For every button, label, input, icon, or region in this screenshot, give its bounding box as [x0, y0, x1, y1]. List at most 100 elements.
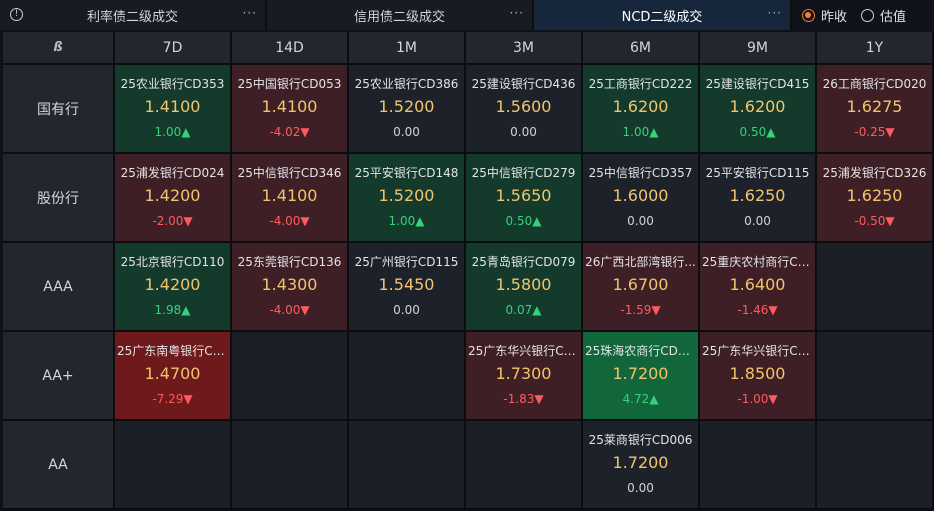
more-menu-icon[interactable]: ··· — [768, 6, 782, 20]
ncd-matrix: ß 7D 14D 1M 3M 6M 9M 1Y 国有行 25农业银行CD353 1.4100 1.00… — [3, 32, 934, 511]
yield-value: 1.6200 — [612, 97, 669, 116]
column-header-9m[interactable]: 9M — [700, 32, 815, 63]
change-value: 0.00 — [627, 481, 654, 495]
instrument-name: 25浦发银行CD024 — [120, 166, 225, 180]
yield-value: 1.6700 — [612, 275, 669, 294]
quote-cell[interactable]: 25广东南粤银行CD... 1.4700 -7.29▼ — [115, 332, 230, 419]
empty-cell — [466, 421, 581, 508]
tab-label: NCD二级成交 — [621, 9, 703, 25]
instrument-name: 25平安银行CD115 — [705, 166, 810, 180]
empty-cell — [817, 332, 932, 419]
quote-cell[interactable]: 25北京银行CD110 1.4200 1.98▲ — [115, 243, 230, 330]
info-icon[interactable]: ! — [10, 8, 23, 21]
change-value: 0.07▲ — [505, 303, 542, 317]
change-value: -1.46▼ — [737, 303, 778, 317]
row-label: 股份行 — [3, 154, 113, 241]
empty-cell — [349, 421, 464, 508]
brand-logo-icon: ß — [53, 40, 63, 55]
tab-credit-bond[interactable]: 信用债二级成交 ··· — [267, 0, 534, 30]
quote-cell[interactable]: 26工商银行CD020 1.6275 -0.25▼ — [817, 65, 932, 152]
instrument-name: 25广东华兴银行CD... — [702, 344, 815, 358]
change-value: 1.98▲ — [154, 303, 191, 317]
quote-cell[interactable]: 25重庆农村商行CD... 1.6400 -1.46▼ — [700, 243, 815, 330]
change-value: 0.00 — [510, 125, 537, 139]
empty-cell — [817, 421, 932, 508]
quote-cell[interactable]: 25莱商银行CD006 1.7200 0.00 — [583, 421, 698, 508]
column-header-3m[interactable]: 3M — [466, 32, 581, 63]
quote-cell[interactable]: 25建设银行CD436 1.5600 0.00 — [466, 65, 581, 152]
instrument-name: 25重庆农村商行CD... — [702, 255, 815, 269]
instrument-name: 25青岛银行CD079 — [471, 255, 576, 269]
empty-cell — [115, 421, 230, 508]
change-value: 1.00▲ — [622, 125, 659, 139]
quote-cell[interactable]: 25工商银行CD222 1.6200 1.00▲ — [583, 65, 698, 152]
column-header-14d[interactable]: 14D — [232, 32, 347, 63]
column-header-1y[interactable]: 1Y — [817, 32, 932, 63]
tab-rate-bond[interactable]: ! 利率债二级成交 ··· — [0, 0, 267, 30]
change-value: -0.50▼ — [854, 214, 895, 228]
yield-value: 1.5800 — [495, 275, 552, 294]
instrument-name: 25建设银行CD436 — [471, 77, 576, 91]
change-value: 1.00▲ — [154, 125, 191, 139]
instrument-name: 26工商银行CD020 — [822, 77, 927, 91]
change-value: -1.59▼ — [620, 303, 661, 317]
yield-value: 1.7200 — [612, 364, 669, 383]
quote-cell[interactable]: 25建设银行CD415 1.6200 0.50▲ — [700, 65, 815, 152]
change-value: 0.00 — [393, 303, 420, 317]
radio-prev-close[interactable]: 昨收 — [802, 6, 847, 25]
quote-cell[interactable]: 25广州银行CD115 1.5450 0.00 — [349, 243, 464, 330]
change-value: -1.83▼ — [503, 392, 544, 406]
tab-ncd[interactable]: NCD二级成交 ··· — [534, 0, 792, 30]
quote-cell[interactable]: 25农业银行CD386 1.5200 0.00 — [349, 65, 464, 152]
yield-value: 1.5200 — [378, 186, 435, 205]
tab-label: 利率债二级成交 — [86, 9, 178, 25]
quote-cell[interactable]: 25平安银行CD148 1.5200 1.00▲ — [349, 154, 464, 241]
radio-label: 估值 — [880, 9, 907, 25]
yield-value: 1.7300 — [495, 364, 552, 383]
quote-cell[interactable]: 25中信银行CD346 1.4100 -4.00▼ — [232, 154, 347, 241]
yield-value: 1.5450 — [378, 275, 435, 294]
column-header-6m[interactable]: 6M — [583, 32, 698, 63]
quote-cell[interactable]: 25中国银行CD053 1.4100 -4.02▼ — [232, 65, 347, 152]
instrument-name: 25珠海农商行CD011 — [585, 344, 698, 358]
quote-cell[interactable]: 25广东华兴银行CD... 1.8500 -1.00▼ — [700, 332, 815, 419]
yield-value: 1.4700 — [144, 364, 201, 383]
change-value: -7.29▼ — [152, 392, 193, 406]
price-basis-radio-group: 昨收 估值 — [792, 0, 934, 30]
quote-cell[interactable]: 25广东华兴银行CD... 1.7300 -1.83▼ — [466, 332, 581, 419]
yield-value: 1.6250 — [846, 186, 903, 205]
instrument-name: 25工商银行CD222 — [588, 77, 693, 91]
instrument-name: 25北京银行CD110 — [120, 255, 225, 269]
instrument-name: 25莱商银行CD006 — [588, 433, 693, 447]
empty-cell — [817, 243, 932, 330]
column-header-7d[interactable]: 7D — [115, 32, 230, 63]
instrument-name: 25平安银行CD148 — [354, 166, 459, 180]
row-label: 国有行 — [3, 65, 113, 152]
quote-cell[interactable]: 25青岛银行CD079 1.5800 0.07▲ — [466, 243, 581, 330]
quote-cell[interactable]: 26广西北部湾银行... 1.6700 -1.59▼ — [583, 243, 698, 330]
quote-cell[interactable]: 25浦发银行CD326 1.6250 -0.50▼ — [817, 154, 932, 241]
quote-cell[interactable]: 25农业银行CD353 1.4100 1.00▲ — [115, 65, 230, 152]
quote-cell[interactable]: 25中信银行CD357 1.6000 0.00 — [583, 154, 698, 241]
row-label: AAA — [3, 243, 113, 330]
radio-unselected-icon — [861, 8, 875, 22]
column-header-1m[interactable]: 1M — [349, 32, 464, 63]
quote-cell[interactable]: 25东莞银行CD136 1.4300 -4.00▼ — [232, 243, 347, 330]
yield-value: 1.4100 — [261, 186, 318, 205]
yield-value: 1.7200 — [612, 453, 669, 472]
change-value: 0.50▲ — [739, 125, 776, 139]
yield-value: 1.6275 — [846, 97, 903, 116]
more-menu-icon[interactable]: ··· — [510, 6, 524, 20]
radio-valuation[interactable]: 估值 — [861, 6, 906, 25]
quote-cell[interactable]: 25中信银行CD279 1.5650 0.50▲ — [466, 154, 581, 241]
change-value: -2.00▼ — [152, 214, 193, 228]
yield-value: 1.5600 — [495, 97, 552, 116]
instrument-name: 25农业银行CD386 — [354, 77, 459, 91]
top-bar: ! 利率债二级成交 ··· 信用债二级成交 ··· NCD二级成交 ··· 昨收… — [0, 0, 934, 30]
quote-cell[interactable]: 25浦发银行CD024 1.4200 -2.00▼ — [115, 154, 230, 241]
quote-cell[interactable]: 25平安银行CD115 1.6250 0.00 — [700, 154, 815, 241]
instrument-name: 25广东南粤银行CD... — [117, 344, 230, 358]
quote-cell[interactable]: 25珠海农商行CD011 1.7200 4.72▲ — [583, 332, 698, 419]
empty-cell — [349, 332, 464, 419]
more-menu-icon[interactable]: ··· — [243, 6, 257, 20]
